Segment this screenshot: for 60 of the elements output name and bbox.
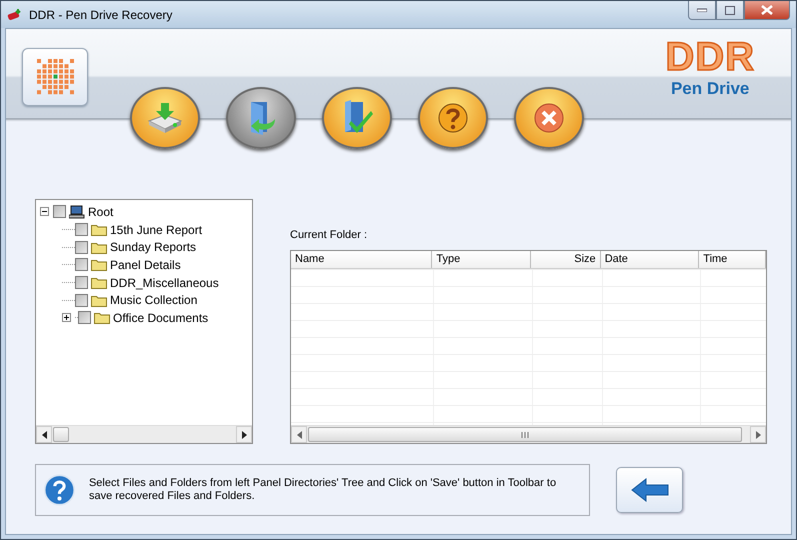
minimize-icon [697, 8, 707, 12]
folder-icon [91, 240, 107, 254]
column-header[interactable]: Date [600, 251, 700, 268]
info-text: Select Files and Folders from left Panel Directories' Tree and Click on 'Save' button in Toolbar to save recovered Files and Folders. [88, 477, 558, 503]
checkbox[interactable] [78, 311, 91, 324]
help-button[interactable] [418, 87, 488, 149]
tree-item[interactable]: Office Documents [113, 310, 208, 325]
save-button[interactable] [322, 87, 392, 149]
checkbox[interactable] [75, 276, 88, 290]
folder-icon [94, 311, 110, 324]
tree-item[interactable]: 15th June Report [110, 222, 202, 237]
tree-item[interactable]: Sunday Reports [110, 240, 196, 254]
folder-icon [91, 276, 107, 290]
close-button[interactable] [514, 87, 584, 149]
open-button[interactable] [130, 87, 200, 149]
drive-icon [145, 101, 185, 135]
close-icon [761, 5, 773, 15]
left-arrow-icon [296, 430, 302, 438]
back-button[interactable] [616, 467, 683, 513]
exit-button[interactable] [226, 87, 296, 149]
column-header[interactable]: Type [432, 251, 531, 268]
logo-button[interactable] [22, 48, 88, 106]
right-arrow-icon [756, 430, 760, 438]
minimize-button[interactable] [688, 1, 716, 20]
grip-icon [521, 432, 529, 438]
plus-icon [63, 314, 70, 322]
left-arrow-icon [630, 478, 670, 502]
window-title: DDR - Pen Drive Recovery [29, 8, 172, 22]
horizontal-scrollbar[interactable] [291, 425, 766, 443]
tree-item[interactable]: DDR_Miscellaneous [110, 276, 219, 290]
tree-item[interactable]: Root [88, 204, 114, 219]
maximize-button[interactable] [716, 1, 744, 20]
checkbox[interactable] [75, 240, 88, 254]
computer-icon [69, 204, 85, 219]
checkbox[interactable] [75, 223, 88, 236]
brand-logo: DDR [665, 35, 755, 79]
close-window-button[interactable] [744, 1, 790, 20]
current-folder-label: Current Folder : [290, 229, 368, 241]
checkbox[interactable] [75, 258, 88, 272]
horizontal-scrollbar[interactable] [36, 425, 252, 443]
tree-item[interactable]: Music Collection [110, 293, 198, 308]
collapse-toggle[interactable] [40, 207, 49, 216]
column-header[interactable]: Size [530, 251, 601, 268]
folder-icon [91, 223, 107, 236]
column-header[interactable]: Time [699, 251, 766, 268]
tree-item[interactable]: Panel Details [110, 258, 181, 272]
column-header[interactable]: Name [291, 251, 432, 268]
expand-toggle[interactable] [62, 313, 71, 322]
product-name: Pen Drive [670, 79, 750, 99]
checkbox[interactable] [53, 205, 66, 218]
checkbox[interactable] [75, 294, 88, 307]
left-arrow-icon [42, 430, 46, 438]
close-icon [534, 103, 564, 133]
question-icon [438, 103, 468, 133]
scrollbar-thumb[interactable] [53, 427, 69, 442]
maximize-icon [725, 6, 735, 14]
right-arrow-icon [242, 430, 246, 438]
folder-icon [91, 294, 107, 307]
usb-drive-icon [7, 8, 23, 22]
folder-icon [91, 258, 107, 272]
